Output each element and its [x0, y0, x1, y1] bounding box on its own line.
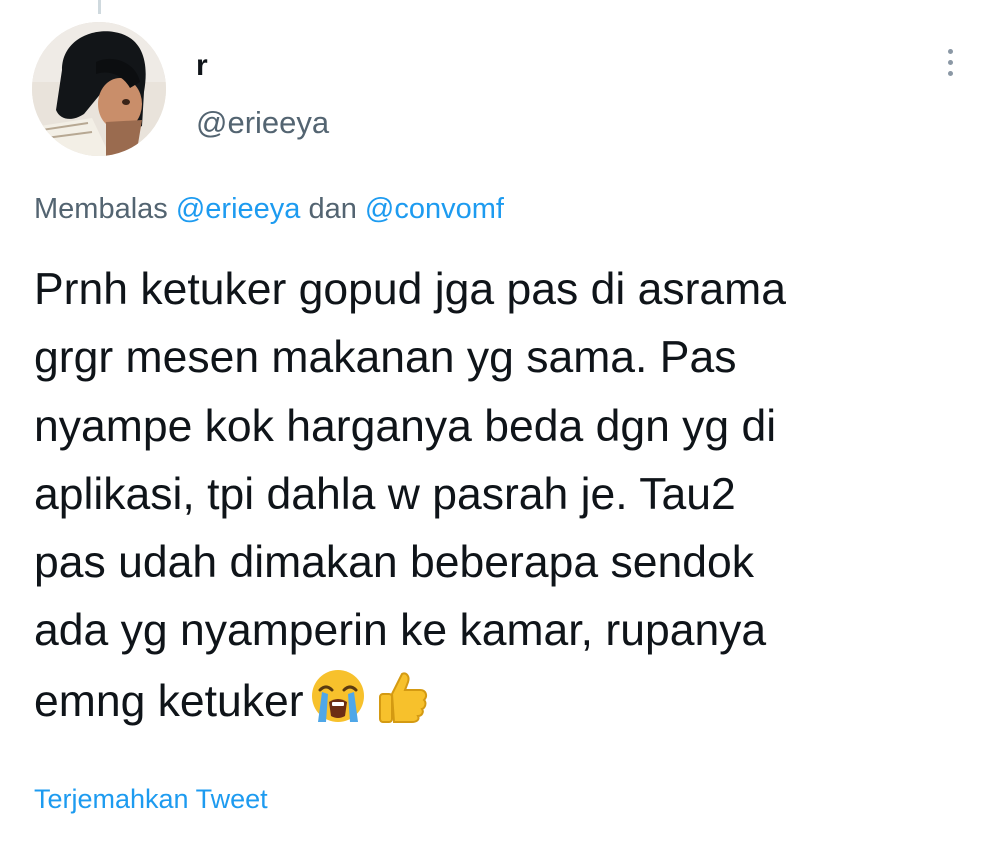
- tweet-text-line: grgr mesen makanan yg sama. Pas: [34, 333, 737, 383]
- reply-context: Membalas @erieeya dan @convomf: [34, 192, 504, 226]
- avatar-image: [32, 22, 166, 156]
- tweet-text-line: emng ketuker: [34, 676, 304, 726]
- mention-link-convomf[interactable]: @convomf: [365, 193, 504, 225]
- thumbs-up-icon: [372, 666, 432, 726]
- more-vertical-icon-dot: [947, 59, 953, 65]
- reply-context-conjunction: dan: [308, 193, 357, 225]
- translate-tweet-link[interactable]: Terjemahkan Tweet: [34, 783, 268, 815]
- reply-context-prefix: Membalas: [34, 193, 168, 225]
- more-options-button[interactable]: [930, 40, 970, 84]
- display-name[interactable]: r: [196, 50, 208, 82]
- avatar[interactable]: [32, 22, 166, 156]
- thread-connector-line: [98, 0, 101, 14]
- user-handle[interactable]: @erieeya: [196, 106, 329, 140]
- tweet-text: Prnh ketuker gopud jga pas di asrama grg…: [34, 256, 974, 734]
- more-vertical-icon: [947, 48, 953, 54]
- more-vertical-icon-dot: [947, 70, 953, 76]
- tweet-text-line: nyampe kok harganya beda dgn yg di: [34, 401, 777, 451]
- tweet-text-line: aplikasi, tpi dahla w pasrah je. Tau2: [34, 469, 736, 519]
- mention-link-erieeya[interactable]: @erieeya: [176, 193, 301, 225]
- tweet-text-line: Prnh ketuker gopud jga pas di asrama: [34, 265, 787, 314]
- loudly-crying-face-icon: [308, 666, 368, 726]
- tweet-text-line: ada yg nyamperin ke kamar, rupanya: [34, 606, 767, 656]
- tweet-text-line: pas udah dimakan beberapa sendok: [34, 538, 754, 588]
- tweet-text-last-line: emng ketuker: [34, 666, 974, 734]
